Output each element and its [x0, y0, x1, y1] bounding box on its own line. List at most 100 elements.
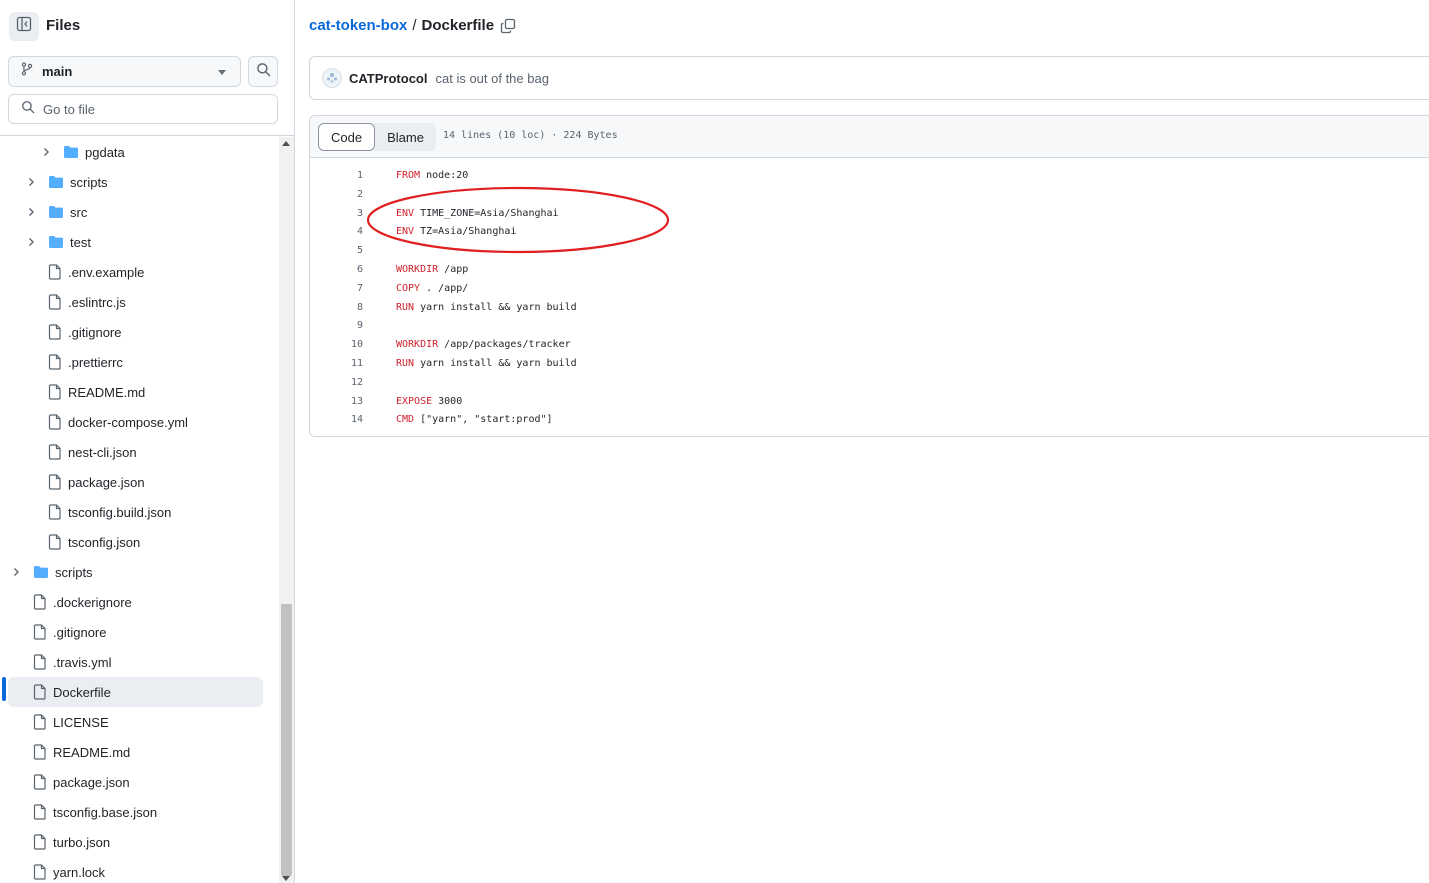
line-number[interactable]: 7	[310, 283, 363, 294]
line-number[interactable]: 2	[310, 189, 363, 200]
code-line: 7 COPY . /app/	[310, 279, 1429, 298]
file-tree-sidebar: Files main pgdata scripts src test .env.exam…	[0, 0, 295, 883]
tree-item-label: .prettierrc	[68, 354, 123, 370]
line-number[interactable]: 14	[310, 414, 363, 425]
tree-item-label: package.json	[53, 774, 130, 790]
scroll-up-arrow-icon[interactable]	[282, 141, 290, 146]
tab-blame[interactable]: Blame	[375, 123, 436, 151]
tree-item-file[interactable]: tsconfig.build.json	[0, 497, 270, 527]
tree-item-file[interactable]: package.json	[0, 767, 270, 797]
tree-item-file[interactable]: README.md	[0, 377, 270, 407]
code-keyword: COPY	[396, 282, 421, 294]
sidebar-collapse-icon	[16, 16, 32, 37]
line-number[interactable]: 11	[310, 358, 363, 369]
breadcrumb-repo-link[interactable]: cat-token-box	[309, 17, 407, 34]
code-text: /app/packages/tracker	[438, 339, 571, 351]
chevron-right-icon[interactable]	[10, 566, 22, 578]
go-to-file-field[interactable]	[8, 94, 278, 124]
copy-path-icon[interactable]	[500, 18, 516, 34]
file-icon	[33, 744, 47, 760]
tree-item-file[interactable]: LICENSE	[0, 707, 270, 737]
line-number[interactable]: 6	[310, 264, 363, 275]
tree-item-file[interactable]: nest-cli.json	[0, 437, 270, 467]
tree-item-file[interactable]: tsconfig.base.json	[0, 797, 270, 827]
code-text: node:20	[420, 170, 469, 181]
line-number[interactable]: 3	[310, 208, 363, 219]
line-content: EXPOSE 3000	[396, 396, 462, 407]
line-number[interactable]: 9	[310, 320, 363, 331]
go-to-file-input[interactable]	[43, 101, 263, 117]
tree-item-label: tsconfig.build.json	[68, 504, 172, 520]
tree-item-file[interactable]: .prettierrc	[0, 347, 270, 377]
line-number[interactable]: 12	[310, 377, 363, 388]
code-text: TIME_ZONE=Asia/Shanghai	[414, 207, 559, 219]
chevron-right-icon[interactable]	[25, 236, 37, 248]
line-content: COPY . /app/	[396, 283, 468, 294]
avatar[interactable]	[322, 68, 342, 88]
tree-item-label: package.json	[68, 474, 145, 490]
line-number[interactable]: 5	[310, 245, 363, 256]
scrollbar-thumb[interactable]	[281, 604, 292, 876]
line-number[interactable]: 13	[310, 396, 363, 407]
file-icon	[48, 534, 62, 550]
tree-item-file[interactable]: yarn.lock	[0, 857, 270, 883]
line-number[interactable]: 1	[310, 170, 363, 181]
tree-item-file[interactable]: .dockerignore	[0, 587, 270, 617]
tab-code[interactable]: Code	[318, 123, 376, 151]
code-line: 10 WORKDIR /app/packages/tracker	[310, 335, 1429, 354]
file-icon	[48, 414, 62, 430]
breadcrumb-file-name: Dockerfile	[421, 17, 495, 34]
tree-item-label: nest-cli.json	[68, 444, 137, 460]
code-text: TZ=Asia/Shanghai	[414, 226, 517, 238]
tree-item-file[interactable]: tsconfig.json	[0, 527, 270, 557]
tree-item-file[interactable]: README.md	[0, 737, 270, 767]
folder-icon	[33, 565, 49, 579]
branch-name: main	[42, 64, 73, 79]
tree-item-folder[interactable]: scripts	[0, 167, 270, 197]
tree-item-file[interactable]: .env.example	[0, 257, 270, 287]
scroll-down-arrow-icon[interactable]	[282, 876, 290, 881]
search-icon	[256, 62, 271, 82]
code-keyword: WORKDIR	[396, 339, 439, 351]
code-line: 14 CMD ["yarn", "start:prod"]	[310, 410, 1429, 429]
line-number[interactable]: 4	[310, 226, 363, 237]
tree-item-file[interactable]: turbo.json	[0, 827, 270, 857]
search-button[interactable]	[248, 56, 278, 87]
commit-message[interactable]: cat is out of the bag	[435, 71, 548, 86]
file-icon	[33, 594, 47, 610]
tree-item-label: README.md	[53, 744, 131, 760]
file-icon	[48, 324, 62, 340]
tree-item-folder[interactable]: scripts	[0, 557, 270, 587]
tree-item-file[interactable]: docker-compose.yml	[0, 407, 270, 437]
commit-author[interactable]: CATProtocol	[349, 71, 427, 86]
branch-selector[interactable]: main	[8, 56, 241, 87]
file-icon	[48, 264, 62, 280]
line-content: CMD ["yarn", "start:prod"]	[396, 414, 553, 425]
tree-item-folder[interactable]: src	[0, 197, 270, 227]
view-mode-toggle: Code Blame	[318, 123, 436, 151]
tree-item-file[interactable]: .gitignore	[0, 617, 270, 647]
chevron-right-icon[interactable]	[25, 176, 37, 188]
file-tree: pgdata scripts src test .env.example .eslintr…	[0, 137, 278, 883]
breadcrumb: cat-token-box / Dockerfile	[309, 17, 516, 34]
tree-item-file[interactable]: .eslintrc.js	[0, 287, 270, 317]
code-keyword: ENV	[396, 207, 415, 219]
chevron-right-icon[interactable]	[40, 146, 52, 158]
collapse-sidebar-button[interactable]	[9, 12, 39, 41]
line-number[interactable]: 8	[310, 302, 363, 313]
tree-item-file[interactable]: Dockerfile	[8, 677, 263, 707]
tree-item-file[interactable]: .gitignore	[0, 317, 270, 347]
sidebar-scrollbar[interactable]	[279, 137, 294, 883]
line-number[interactable]: 10	[310, 339, 363, 350]
tree-item-file[interactable]: .travis.yml	[0, 647, 270, 677]
tree-item-folder[interactable]: test	[0, 227, 270, 257]
chevron-right-icon[interactable]	[25, 206, 37, 218]
tree-item-file[interactable]: package.json	[0, 467, 270, 497]
tree-item-folder[interactable]: pgdata	[0, 137, 270, 167]
